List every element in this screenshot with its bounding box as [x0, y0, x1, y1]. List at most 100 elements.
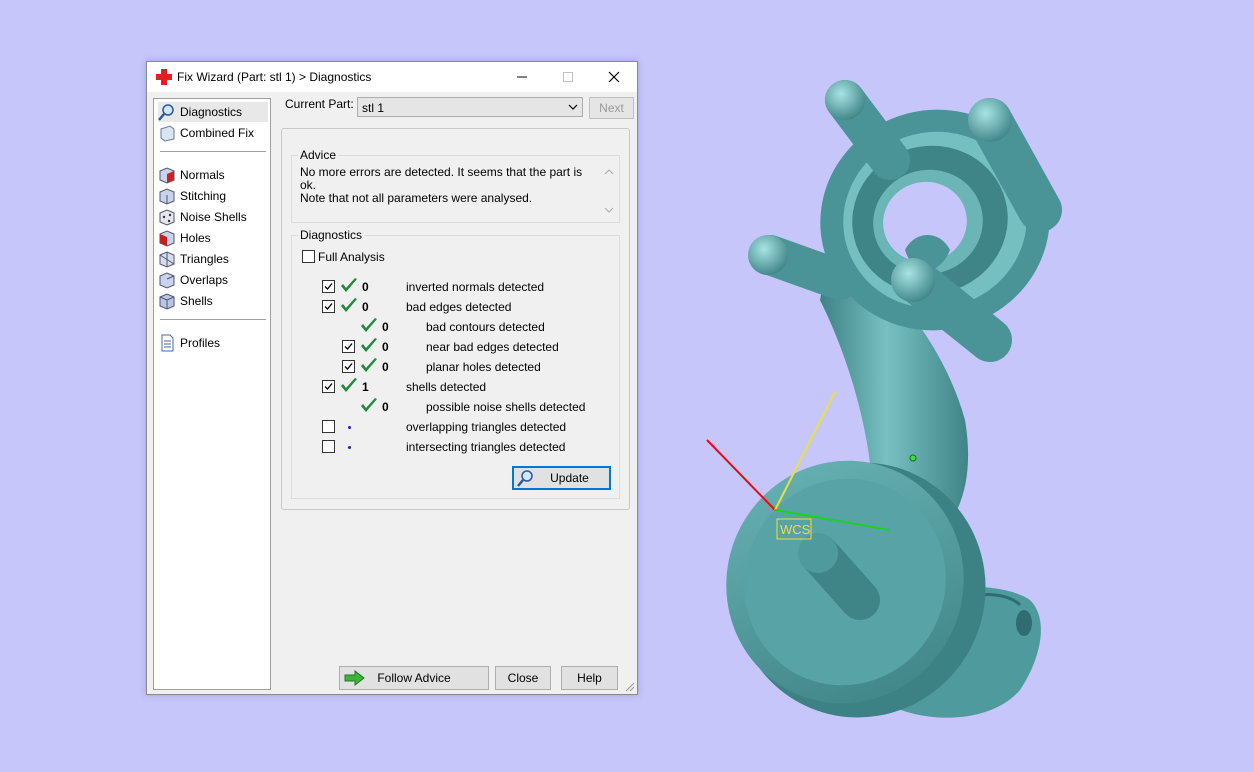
close-window-button[interactable] — [591, 62, 637, 92]
diagnostic-checkbox[interactable] — [342, 360, 355, 373]
diagnostic-count: 1 — [362, 380, 369, 394]
nav-item-label: Stitching — [180, 189, 227, 203]
check-mark-icon — [344, 343, 353, 350]
diagnostic-label: inverted normals detected — [406, 280, 545, 294]
status-ok-icon — [361, 318, 377, 332]
full-analysis-checkbox[interactable] — [302, 250, 315, 263]
magnifier-icon — [517, 470, 533, 487]
close-button-label: Close — [507, 671, 539, 685]
diagnostic-checkbox[interactable] — [322, 280, 335, 293]
shells-icon — [159, 293, 175, 310]
diagnostic-label: possible noise shells detected — [426, 400, 586, 414]
diagnostic-count: 0 — [362, 280, 369, 294]
holes-icon — [159, 230, 175, 247]
minimize-icon — [517, 76, 527, 78]
help-button[interactable]: Help — [561, 666, 618, 690]
nav-item-overlaps[interactable]: Overlaps — [158, 270, 232, 290]
advice-line-2: Note that not all parameters were analys… — [300, 191, 533, 205]
diagnostic-row: overlapping triangles detected — [292, 419, 612, 435]
nav-item-label: Shells — [180, 294, 213, 308]
current-part-value: stl 1 — [362, 101, 385, 115]
current-part-select[interactable]: stl 1 — [357, 97, 583, 117]
nav-item-diagnostics[interactable]: Diagnostics — [158, 102, 268, 122]
maximize-button[interactable] — [545, 62, 591, 92]
diagnostic-label: shells detected — [406, 380, 487, 394]
next-button-label: Next — [599, 101, 624, 115]
diagnostic-row: 0 possible noise shells detected — [292, 398, 612, 415]
diagnostic-checkbox[interactable] — [322, 380, 335, 393]
diagnostic-row: 0 bad contours detected — [292, 318, 612, 335]
diagnostic-count: 0 — [382, 320, 389, 334]
current-part-label: Current Part: — [285, 97, 354, 111]
advice-scrollbar[interactable] — [603, 166, 615, 216]
update-button-label: Update — [550, 471, 589, 485]
check-mark-icon — [324, 303, 333, 310]
diagnostic-row: 0 inverted normals detected — [292, 278, 612, 295]
diagnostic-count: 0 — [382, 400, 389, 414]
nav-item-profiles[interactable]: Profiles — [158, 333, 224, 353]
nav-separator — [160, 319, 266, 320]
nav-item-shells[interactable]: Shells — [158, 291, 217, 311]
status-ok-icon — [361, 398, 377, 412]
nav-item-label: Normals — [180, 168, 225, 182]
nav-item-label: Holes — [180, 231, 211, 245]
nav-item-label: Combined Fix — [180, 126, 255, 140]
status-pending-icon — [348, 446, 351, 449]
diagnostic-checkbox[interactable] — [322, 440, 335, 453]
diagnostic-checkbox[interactable] — [342, 340, 355, 353]
diagnostic-label: bad contours detected — [426, 320, 545, 334]
advice-line-1: No more errors are detected. It seems th… — [300, 165, 583, 192]
combined-fix-icon — [160, 125, 175, 142]
advice-text: No more errors are detected. It seems th… — [300, 166, 600, 214]
chevron-down-icon — [568, 104, 578, 110]
advice-group: Advice No more errors are detected. It s… — [291, 148, 620, 223]
triangles-icon — [159, 251, 175, 268]
nav-item-combined-fix[interactable]: Combined Fix — [158, 123, 258, 143]
nav-item-normals[interactable]: Normals — [158, 165, 229, 185]
diagnostic-label: intersecting triangles detected — [406, 440, 566, 454]
next-button[interactable]: Next — [589, 97, 634, 119]
resize-grip-icon[interactable] — [625, 682, 635, 692]
diagnostic-checkbox[interactable] — [322, 420, 335, 433]
profiles-icon — [161, 334, 174, 352]
nav-item-holes[interactable]: Holes — [158, 228, 215, 248]
advice-title: Advice — [298, 148, 339, 162]
noise-shells-icon — [159, 209, 175, 226]
red-cross-icon — [156, 69, 172, 85]
nav-item-label: Overlaps — [180, 273, 229, 287]
wizard-nav: Diagnostics Combined Fix Normals Stitchi… — [153, 98, 271, 690]
minimize-button[interactable] — [499, 62, 545, 92]
status-ok-icon — [341, 278, 357, 292]
diagnostic-row: intersecting triangles detected — [292, 439, 612, 455]
follow-advice-label: Follow Advice — [377, 671, 451, 685]
nav-item-stitching[interactable]: Stitching — [158, 186, 230, 206]
arrow-right-icon — [344, 670, 365, 686]
update-button[interactable]: Update — [512, 466, 611, 490]
nav-item-label: Triangles — [180, 252, 229, 266]
overlaps-icon — [159, 272, 175, 289]
status-pending-icon — [348, 426, 351, 429]
title-bar[interactable]: Fix Wizard (Part: stl 1) > Diagnostics — [147, 62, 637, 92]
diagnostic-label: near bad edges detected — [426, 340, 559, 354]
nav-item-triangles[interactable]: Triangles — [158, 249, 233, 269]
nav-item-noise-shells[interactable]: Noise Shells — [158, 207, 251, 227]
3d-model[interactable] — [686, 80, 1074, 759]
follow-advice-button[interactable]: Follow Advice — [339, 666, 489, 690]
diagnostic-checkbox[interactable] — [322, 300, 335, 313]
diagnostic-row: 0 planar holes detected — [292, 358, 612, 375]
nav-separator — [160, 151, 266, 152]
check-mark-icon — [324, 383, 333, 390]
close-icon — [608, 71, 620, 83]
diagnostic-row: 0 bad edges detected — [292, 298, 612, 315]
status-ok-icon — [341, 298, 357, 312]
check-mark-icon — [344, 363, 353, 370]
status-ok-icon — [361, 358, 377, 372]
diagnostics-title: Diagnostics — [298, 228, 365, 242]
nav-item-label: Profiles — [180, 336, 221, 350]
status-ok-icon — [361, 338, 377, 352]
status-ok-icon — [341, 378, 357, 392]
close-button[interactable]: Close — [495, 666, 551, 690]
diagnostic-count: 0 — [382, 340, 389, 354]
diagnostic-label: planar holes detected — [426, 360, 541, 374]
magnifier-icon — [158, 104, 174, 121]
